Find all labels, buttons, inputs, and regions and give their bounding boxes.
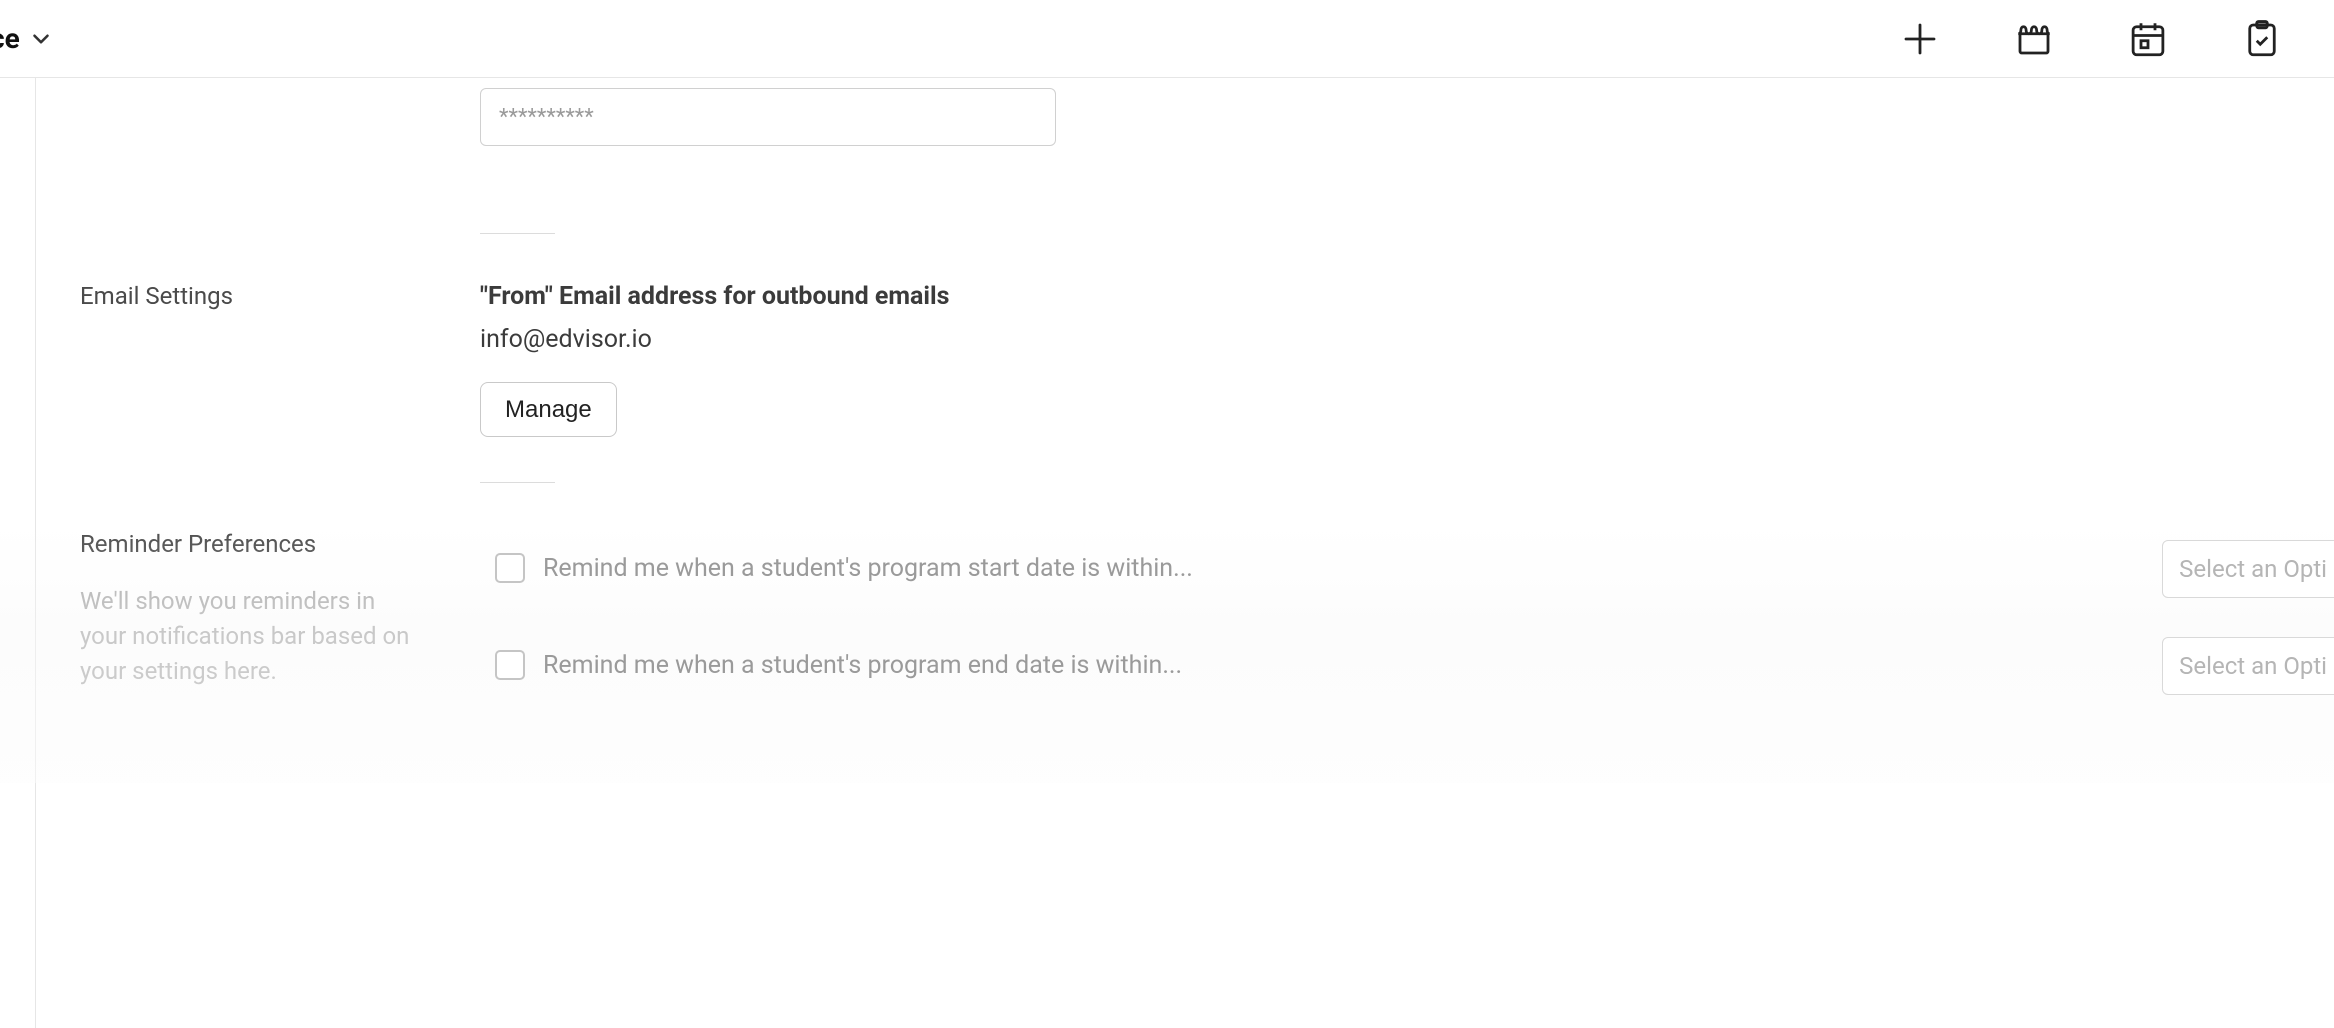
reminder-select[interactable]: Select an Opti (2162, 637, 2334, 695)
calendar-icon[interactable] (2126, 17, 2170, 61)
clipboard-check-icon[interactable] (2240, 17, 2284, 61)
main-content: ********** Email Settings "From" Email a… (0, 78, 2334, 1028)
reminder-row: Remind me when a student's program end d… (495, 650, 1182, 680)
section-label-email-settings: Email Settings (80, 282, 233, 310)
topbar: ce (0, 0, 2334, 78)
password-input[interactable]: ********** (480, 88, 1056, 146)
manage-button[interactable]: Manage (480, 382, 617, 437)
email-settings-block: "From" Email address for outbound emails… (480, 282, 950, 437)
section-divider (480, 233, 555, 234)
reminder-select[interactable]: Select an Opti (2162, 540, 2334, 598)
workspace-switcher[interactable]: ce (0, 22, 54, 55)
password-block: ********** (480, 88, 1056, 146)
store-icon[interactable] (2012, 17, 2056, 61)
email-from-heading: "From" Email address for outbound emails (480, 282, 950, 311)
reminder-label: Remind me when a student's program end d… (543, 651, 1182, 680)
workspace-label-fragment: ce (0, 22, 20, 55)
reminder-checkbox[interactable] (495, 553, 525, 583)
reminder-description: We'll show you reminders in your notific… (80, 584, 410, 688)
chevron-down-icon (28, 26, 54, 52)
select-placeholder: Select an Opti (2179, 652, 2327, 680)
email-from-value: info@edvisor.io (480, 325, 950, 354)
add-button[interactable] (1898, 17, 1942, 61)
password-masked-value: ********** (499, 105, 594, 130)
reminder-checkbox[interactable] (495, 650, 525, 680)
vertical-divider (35, 78, 36, 1028)
reminder-label: Remind me when a student's program start… (543, 554, 1193, 583)
section-label-reminder-preferences: Reminder Preferences (80, 530, 316, 558)
reminder-row: Remind me when a student's program start… (495, 553, 1193, 583)
select-placeholder: Select an Opti (2179, 555, 2327, 583)
topbar-actions (1898, 17, 2314, 61)
content-area: ********** Email Settings "From" Email a… (80, 78, 2334, 1028)
section-divider (480, 482, 555, 483)
